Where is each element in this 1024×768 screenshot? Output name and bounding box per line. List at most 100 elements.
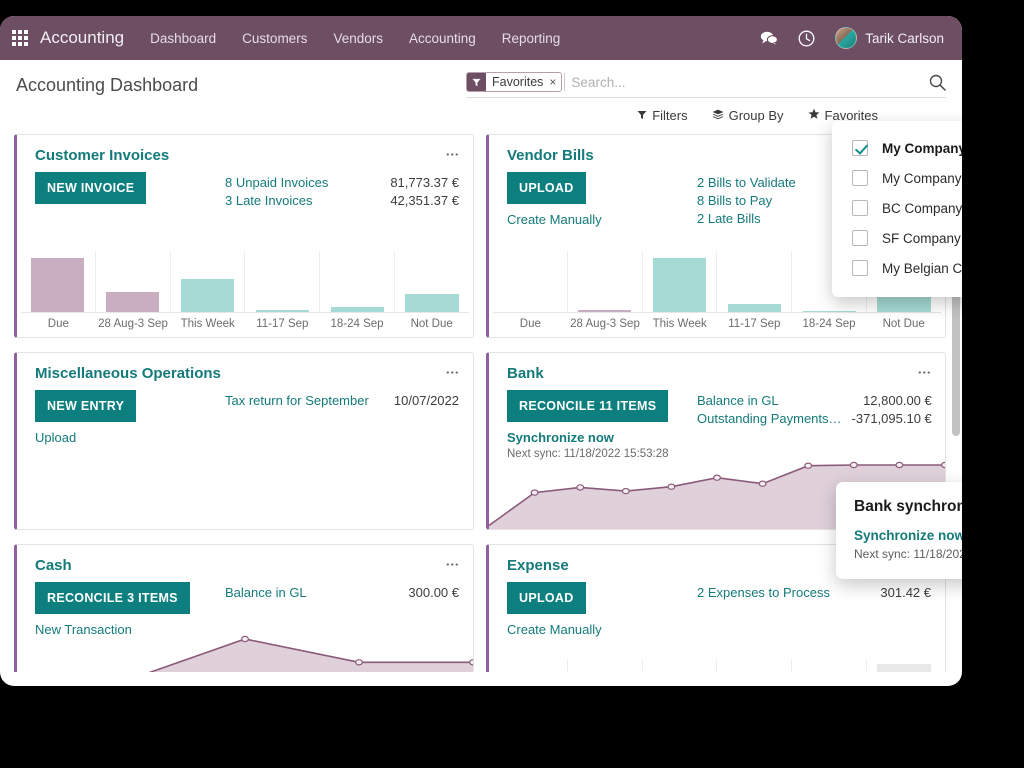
bar[interactable] xyxy=(405,294,459,312)
data-point[interactable] xyxy=(577,485,584,490)
star-icon xyxy=(808,108,820,123)
clock-icon[interactable] xyxy=(798,30,815,47)
app-brand-title[interactable]: Accounting xyxy=(40,28,124,48)
checkbox-checked-icon[interactable] xyxy=(852,140,868,156)
data-point[interactable] xyxy=(531,490,538,495)
card-options-kebab-icon[interactable]: ⋮ xyxy=(916,365,933,380)
bar-column xyxy=(716,659,791,672)
bills-to-pay-link[interactable]: 8 Bills to Pay xyxy=(697,192,772,209)
bank-sync-synchronize-now-link[interactable]: Synchronize now xyxy=(854,528,962,543)
data-point[interactable] xyxy=(668,484,675,489)
data-point[interactable] xyxy=(242,636,249,641)
late-bills-link[interactable]: 2 Late Bills xyxy=(697,210,761,227)
new-entry-button[interactable]: NEW ENTRY xyxy=(35,390,137,422)
upload-button[interactable]: UPLOAD xyxy=(507,582,586,614)
checkbox-icon[interactable] xyxy=(852,170,868,186)
checkbox-icon[interactable] xyxy=(852,200,868,216)
company-label: My Company (San Francisco) xyxy=(882,140,962,156)
cash-chart xyxy=(17,633,473,672)
data-point[interactable] xyxy=(622,489,629,494)
avatar xyxy=(835,27,858,49)
bar[interactable] xyxy=(180,278,235,312)
card-cash: Cash ⋮ RECONCILE 3 ITEMS New Transaction… xyxy=(14,544,474,672)
card-actions: NEW ENTRY Upload xyxy=(35,390,225,445)
filters-dropdown[interactable]: Filters xyxy=(637,108,688,123)
bar[interactable] xyxy=(877,664,931,672)
data-point[interactable] xyxy=(759,481,766,486)
search-facet-remove-icon[interactable]: × xyxy=(547,73,562,91)
card-options-kebab-icon[interactable]: ⋮ xyxy=(444,365,461,380)
create-manually-link[interactable]: Create Manually xyxy=(507,622,697,637)
bar[interactable] xyxy=(255,310,309,312)
bar[interactable] xyxy=(802,311,856,312)
card-options-kebab-icon[interactable]: ⋮ xyxy=(444,557,461,572)
bar[interactable] xyxy=(652,258,707,312)
card-title[interactable]: Cash xyxy=(35,557,72,574)
company-option-sf-company[interactable]: SF Company xyxy=(832,223,962,253)
checkbox-icon[interactable] xyxy=(852,230,868,246)
menu-item-accounting[interactable]: Accounting xyxy=(409,31,476,46)
menu-item-customers[interactable]: Customers xyxy=(242,31,307,46)
card-header: Customer Invoices ⋮ xyxy=(17,135,473,164)
bar[interactable] xyxy=(578,310,632,312)
data-point[interactable] xyxy=(805,463,812,468)
late-invoices-link[interactable]: 3 Late Invoices xyxy=(225,192,312,209)
data-point[interactable] xyxy=(850,462,857,467)
expenses-to-process-link[interactable]: 2 Expenses to Process xyxy=(697,584,830,601)
unpaid-invoices-link[interactable]: 8 Unpaid Invoices xyxy=(225,174,328,191)
search-icon[interactable] xyxy=(929,74,946,91)
card-actions: UPLOAD Create Manually xyxy=(507,582,697,637)
outstanding-payments-amount: -371,095.10 € xyxy=(851,411,932,426)
search-options-row: Filters Group By Favorites xyxy=(0,98,962,133)
upload-button[interactable]: UPLOAD xyxy=(507,172,586,204)
card-title[interactable]: Customer Invoices xyxy=(35,147,169,164)
company-option-my-company-chicago[interactable]: My Company (Chicago) xyxy=(832,163,962,193)
bar-column xyxy=(866,659,941,672)
group-by-dropdown[interactable]: Group By xyxy=(712,108,784,123)
card-title[interactable]: Expense xyxy=(507,557,569,574)
search-facet-favorites[interactable]: Favorites × xyxy=(466,72,563,92)
chat-bubble-icon[interactable] xyxy=(760,30,779,46)
data-point[interactable] xyxy=(356,660,363,665)
user-menu[interactable]: Tarik Carlson xyxy=(835,27,944,49)
bar-label: Due xyxy=(47,318,69,330)
card-options-kebab-icon[interactable]: ⋮ xyxy=(444,147,461,162)
menu-item-reporting[interactable]: Reporting xyxy=(502,31,561,46)
bar[interactable] xyxy=(330,307,384,312)
data-point[interactable] xyxy=(714,475,721,480)
menu-item-vendors[interactable]: Vendors xyxy=(333,31,383,46)
bar-column xyxy=(21,251,95,312)
synchronize-now-link[interactable]: Synchronize now xyxy=(507,430,697,445)
card-title[interactable]: Vendor Bills xyxy=(507,147,594,164)
card-stats: Tax return for September 10/07/2022 xyxy=(225,390,459,445)
data-point[interactable] xyxy=(470,660,473,665)
outstanding-payments-link[interactable]: Outstanding Payments… xyxy=(697,410,842,427)
tax-return-link[interactable]: Tax return for September xyxy=(225,392,369,409)
reconcile-items-button[interactable]: RECONCILE 3 ITEMS xyxy=(35,582,190,614)
new-invoice-button[interactable]: NEW INVOICE xyxy=(35,172,147,204)
apps-menu-icon[interactable] xyxy=(10,28,30,48)
checkbox-icon[interactable] xyxy=(852,260,868,276)
card-title[interactable]: Bank xyxy=(507,365,544,382)
create-manually-link[interactable]: Create Manually xyxy=(507,212,697,227)
card-title[interactable]: Miscellaneous Operations xyxy=(35,365,221,382)
card-body: NEW INVOICE 8 Unpaid Invoices 81,773.37 … xyxy=(17,164,473,210)
reconcile-items-button[interactable]: RECONCILE 11 ITEMS xyxy=(507,390,669,422)
balance-in-gl-link[interactable]: Balance in GL xyxy=(697,392,779,409)
bar-column xyxy=(566,251,642,312)
company-option-my-belgian-company[interactable]: My Belgian Company xyxy=(832,253,962,283)
company-option-my-company-san-francisco[interactable]: My Company (San Francisco) xyxy=(832,133,962,163)
bar[interactable] xyxy=(727,303,781,312)
bills-to-validate-link[interactable]: 2 Bills to Validate xyxy=(697,174,796,191)
control-panel: Accounting Dashboard Favorites × Search.… xyxy=(0,60,962,134)
data-point[interactable] xyxy=(896,462,903,467)
data-point[interactable] xyxy=(942,462,945,467)
page-title: Accounting Dashboard xyxy=(16,75,199,95)
upload-link[interactable]: Upload xyxy=(35,430,225,445)
bar[interactable] xyxy=(106,291,160,312)
company-option-bc-company[interactable]: BC Company xyxy=(832,193,962,223)
menu-item-dashboard[interactable]: Dashboard xyxy=(150,31,216,46)
search-input[interactable] xyxy=(564,73,923,91)
balance-in-gl-link[interactable]: Balance in GL xyxy=(225,584,307,601)
bar[interactable] xyxy=(31,258,85,312)
